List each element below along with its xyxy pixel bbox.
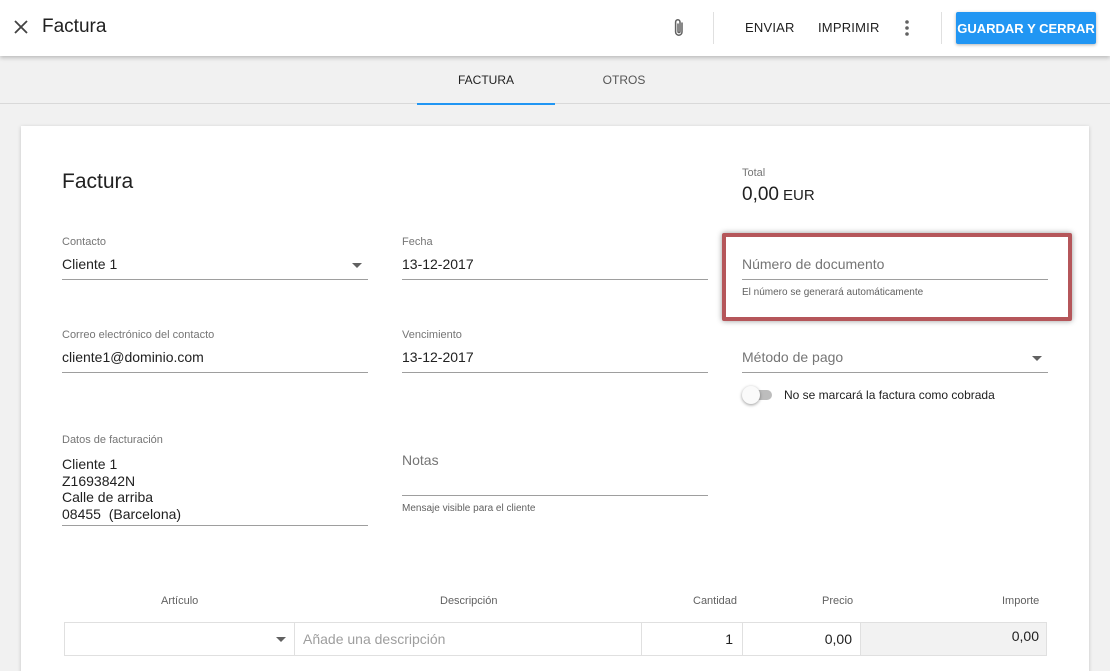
col-header-quantity: Cantidad [693,595,738,607]
email-label: Correo electrónico del contacto [62,329,215,341]
amount-value: 0,00 [861,623,1046,655]
close-icon[interactable] [10,16,32,38]
date-field: Fecha 13-12-2017 [402,236,708,280]
notes-field: Notas Mensaje visible para el cliente [402,452,708,514]
doc-number-field: Número de documento El número se generar… [742,252,1048,298]
caret-down-icon [352,263,362,268]
paperclip-icon[interactable] [668,15,690,41]
billing-line: 08455 (Barcelona) [62,505,182,522]
doc-number-input[interactable]: Número de documento [742,252,1048,280]
total-amount: 0,00 [742,184,779,205]
paid-toggle-label: No se marcará la factura como cobrada [784,388,995,402]
form-title: Factura [62,170,134,193]
billing-label: Datos de facturación [62,434,163,446]
table-row: Añade una descripción 1 0,00 0,00 [64,622,1047,656]
caret-down-icon [1032,356,1042,361]
tab-factura[interactable]: FACTURA [417,56,555,105]
billing-line: Calle de arriba [62,489,154,505]
due-date-field: Vencimiento 13-12-2017 [402,329,708,373]
price-input[interactable]: 0,00 [743,623,861,655]
billing-field: Datos de facturación Cliente 1 Z1693842N… [62,434,368,526]
billing-line: Cliente 1 [62,456,118,472]
paid-toggle[interactable] [742,386,774,404]
col-header-price: Precio [822,595,854,607]
payment-method-placeholder: Método de pago [742,349,844,365]
toggle-knob [742,386,760,404]
due-date-input[interactable]: 13-12-2017 [402,345,708,373]
contact-label: Contacto [62,236,107,248]
print-button[interactable]: IMPRIMIR [818,20,880,35]
date-input[interactable]: 13-12-2017 [402,252,708,280]
email-field: Correo electrónico del contacto cliente1… [62,329,368,373]
tab-otros[interactable]: OTROS [555,56,693,104]
due-date-label: Vencimiento [402,329,462,341]
quantity-input[interactable]: 1 [642,623,743,655]
contact-field: Contacto Cliente 1 [62,236,368,280]
col-header-article: Artículo [161,595,199,607]
divider [713,12,714,44]
total-currency: EUR [782,187,815,204]
invoice-card: Factura Total 0,00 EUR Contacto Cliente 1… [21,126,1089,671]
app-header: Factura ENVIAR IMPRIMIR GUARDAR Y CERRAR [0,0,1110,56]
contact-select[interactable]: Cliente 1 [62,252,368,280]
article-select[interactable] [65,623,295,655]
date-label: Fecha [402,236,433,248]
total-value: 0,00 EUR [742,184,815,206]
col-header-description: Descripción [440,595,498,607]
doc-number-helper: El número se generará automáticamente [742,287,924,298]
notes-helper: Mensaje visible para el cliente [402,503,536,514]
caret-down-icon [276,637,286,642]
email-input[interactable]: cliente1@dominio.com [62,345,368,373]
notes-textarea[interactable]: Notas [402,452,708,496]
payment-method-select[interactable]: Método de pago [742,345,1048,373]
divider [941,12,942,44]
total-label: Total [742,167,766,179]
more-vert-icon[interactable] [898,16,916,40]
billing-textarea[interactable]: Cliente 1 Z1693842N Calle de arriba 0845… [62,450,368,526]
page-title: Factura [42,16,107,37]
payment-method-field: Método de pago [742,345,1048,373]
description-input[interactable]: Añade una descripción [295,623,642,655]
tab-bar: FACTURA OTROS [0,56,1110,105]
save-close-button[interactable]: GUARDAR Y CERRAR [956,12,1096,44]
contact-value: Cliente 1 [62,256,118,272]
send-button[interactable]: ENVIAR [745,20,795,35]
billing-line: Z1693842N [62,472,136,489]
col-header-amount: Importe [1002,595,1040,607]
